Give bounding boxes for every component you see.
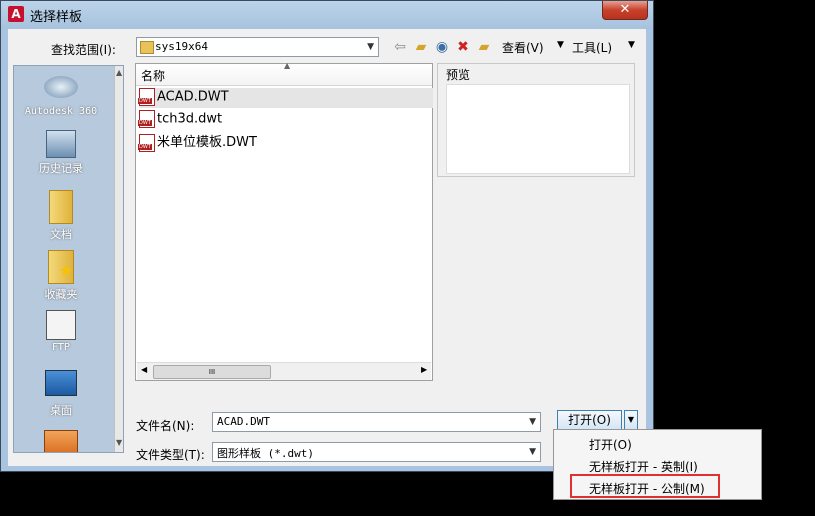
file-list-hscrollbar[interactable]: ◀ III ▶ <box>137 362 431 380</box>
menu-item-open-no-template-metric[interactable]: 无样板打开 - 公制(M) <box>589 480 705 497</box>
preview-box <box>446 84 630 174</box>
dwt-file-icon <box>138 88 155 106</box>
scroll-down-icon[interactable]: ▼ <box>116 438 122 447</box>
chevron-down-icon: ▼ <box>529 447 536 457</box>
autocad-logo-icon: A <box>8 6 24 22</box>
tools-menu[interactable]: 工具(L) <box>572 39 612 56</box>
desktop-icon <box>45 370 77 396</box>
filename-combo[interactable]: ACAD.DWT ▼ <box>212 412 541 432</box>
chevron-down-icon: ▼ <box>529 417 536 427</box>
place-documents[interactable]: 文档 <box>14 190 108 242</box>
filetype-label: 文件类型(T): <box>136 448 205 462</box>
open-dropdown-button[interactable]: ▼ <box>624 410 638 430</box>
filetype-combo[interactable]: 图形样板 (*.dwt) ▼ <box>212 442 541 462</box>
views-dropdown-icon[interactable]: ▼ <box>557 40 564 50</box>
filename-label: 文件名(N): <box>136 419 195 433</box>
scroll-up-icon[interactable]: ▲ <box>116 68 122 77</box>
favorites-folder-icon: ★ <box>48 250 74 284</box>
preview-label: 预览 <box>446 68 471 82</box>
select-template-dialog: A 选择样板 ✕ 查找范围(I): sys19x64 ▼ ⇦ ▰ ◉ ✖ ▰ 查… <box>0 0 654 472</box>
window-title: 选择样板 <box>30 10 83 25</box>
look-in-label: 查找范围(I): <box>51 43 116 57</box>
folder-icon <box>140 41 154 54</box>
file-name: 米单位模板.DWT <box>157 135 257 150</box>
search-web-icon[interactable]: ◉ <box>433 39 451 55</box>
mail-folder-icon <box>44 430 78 452</box>
file-row[interactable]: tch3d.dwt <box>138 110 223 130</box>
place-history[interactable]: 历史记录 <box>14 130 108 176</box>
title-bar[interactable]: A 选择样板 ✕ <box>1 1 653 29</box>
scroll-thumb[interactable]: III <box>153 365 271 379</box>
delete-icon[interactable]: ✖ <box>454 39 472 55</box>
cloud-icon <box>44 76 78 98</box>
open-button[interactable]: 打开(O) <box>557 410 622 430</box>
file-row[interactable]: 米单位模板.DWT <box>138 131 257 152</box>
preview-group: 预览 <box>437 63 635 177</box>
history-icon <box>46 130 76 158</box>
dwt-file-icon <box>138 110 155 128</box>
views-menu[interactable]: 查看(V) <box>502 39 544 56</box>
file-name: ACAD.DWT <box>157 89 229 105</box>
look-in-combo[interactable]: sys19x64 ▼ <box>136 37 379 57</box>
back-icon[interactable]: ⇦ <box>391 39 409 55</box>
place-desktop[interactable]: 桌面 <box>14 370 108 418</box>
place-autodesk-360[interactable]: Autodesk 360 <box>14 72 108 117</box>
documents-folder-icon <box>49 190 73 224</box>
up-folder-icon[interactable]: ▰ <box>412 39 430 55</box>
menu-item-open[interactable]: 打开(O) <box>589 436 632 453</box>
filetype-value: 图形样板 (*.dwt) <box>217 447 314 460</box>
place-favorites[interactable]: ★ 收藏夹 <box>14 250 108 302</box>
dwt-file-icon <box>138 133 155 152</box>
open-options-menu: 打开(O) 无样板打开 - 英制(I) 无样板打开 - 公制(M) <box>553 429 762 500</box>
filename-value: ACAD.DWT <box>217 415 270 428</box>
tools-dropdown-icon[interactable]: ▼ <box>628 40 635 50</box>
ftp-icon <box>46 310 76 340</box>
scroll-right-icon[interactable]: ▶ <box>421 365 427 374</box>
place-more[interactable] <box>14 430 108 452</box>
chevron-down-icon: ▼ <box>367 42 374 52</box>
file-list: 名称 ▲ ACAD.DWT tch3d.dwt 米单位模板.DWT ◀ III … <box>135 61 433 381</box>
places-bar: Autodesk 360 历史记录 文档 ★ 收藏夹 FTP 桌面 ▲ ▼ <box>13 65 124 453</box>
close-button[interactable]: ✕ <box>602 1 648 20</box>
file-name: tch3d.dwt <box>157 111 223 127</box>
menu-item-open-no-template-imperial[interactable]: 无样板打开 - 英制(I) <box>589 458 698 475</box>
column-name-label: 名称 <box>141 69 166 83</box>
sort-ascending-icon: ▲ <box>284 61 291 70</box>
file-row[interactable]: ACAD.DWT <box>138 88 433 108</box>
new-folder-icon[interactable]: ▰ <box>475 39 493 55</box>
scroll-left-icon[interactable]: ◀ <box>141 365 147 374</box>
column-header-name[interactable]: 名称 ▲ <box>136 61 432 86</box>
place-ftp[interactable]: FTP <box>14 310 108 353</box>
look-in-value: sys19x64 <box>155 40 208 53</box>
dialog-client-area: 查找范围(I): sys19x64 ▼ ⇦ ▰ ◉ ✖ ▰ 查看(V) ▼ 工具… <box>8 29 646 466</box>
places-scrollbar[interactable]: ▲ ▼ <box>114 66 123 452</box>
